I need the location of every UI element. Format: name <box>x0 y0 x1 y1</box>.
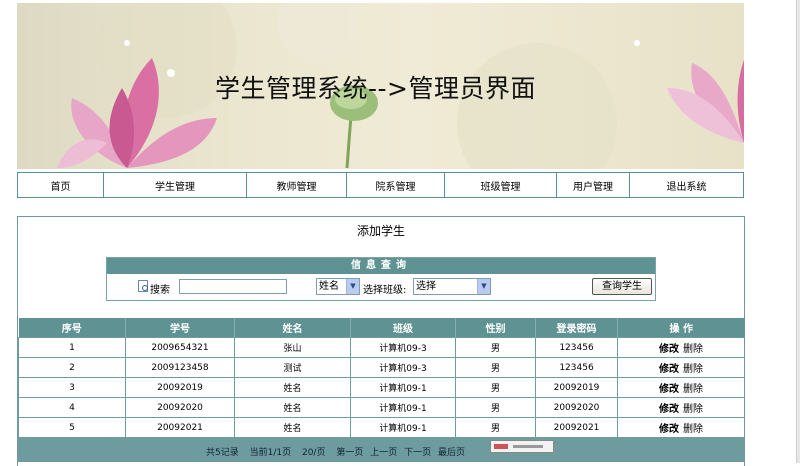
cell-name: 测试 <box>234 357 351 378</box>
cell-gender: 男 <box>455 417 536 438</box>
cell-actions: 修改 删除 <box>617 397 745 418</box>
chevron-down-icon: ▼ <box>346 279 359 294</box>
nav-logout[interactable]: 退出系统 <box>630 173 743 197</box>
table-row: 4 20092020 姓名 计算机09-1 男 20092020 修改 删除 <box>18 397 745 418</box>
nav-teacher-management[interactable]: 教师管理 <box>247 173 347 197</box>
search-panel-header: 信息查询 <box>107 258 655 274</box>
edit-link[interactable]: 修改 <box>659 384 679 395</box>
nav-student-management[interactable]: 学生管理 <box>104 173 247 197</box>
search-panel: 信息查询 搜索 姓名 ▼ 选择班级: 选择 ▼ 查询学生 <box>106 257 656 301</box>
table-row: 3 20092019 姓名 计算机09-1 男 20092019 修改 删除 <box>18 377 745 398</box>
cell-gender: 男 <box>455 357 536 378</box>
cell-password: 20092021 <box>535 417 618 438</box>
cell-password: 123456 <box>535 357 618 378</box>
edit-link[interactable]: 修改 <box>659 424 679 435</box>
page-title: 添加学生 <box>356 224 405 238</box>
delete-link[interactable]: 删除 <box>683 344 703 355</box>
cell-gender: 男 <box>455 397 536 418</box>
search-field-select[interactable]: 姓名 ▼ <box>316 278 360 295</box>
delete-link[interactable]: 删除 <box>683 384 703 395</box>
cell-student-id: 2009123458 <box>125 357 235 378</box>
search-input[interactable] <box>179 279 287 294</box>
class-select-value: 选择 <box>416 281 436 292</box>
cell-class: 计算机09-3 <box>350 337 456 358</box>
banner-title: 学生管理系统-->管理员界面 <box>215 74 536 103</box>
cell-student-id: 20092020 <box>125 397 235 418</box>
cell-class: 计算机09-1 <box>350 377 456 398</box>
current-page: 当前1/1页 <box>249 448 292 458</box>
col-header-gender: 性别 <box>455 318 536 338</box>
cell-name: 姓名 <box>234 377 351 398</box>
cell-index: 1 <box>18 337 126 358</box>
col-header-index: 序号 <box>18 318 126 338</box>
cell-name: 姓名 <box>234 397 351 418</box>
class-select[interactable]: 选择 ▼ <box>413 278 491 295</box>
last-page-link[interactable]: 最后页 <box>438 448 465 458</box>
student-table: 序号 学号 姓名 班级 性别 登录密码 操 作 1 2009654321 张山 … <box>18 318 745 438</box>
query-student-button[interactable]: 查询学生 <box>592 278 652 295</box>
window-scrollbar[interactable] <box>796 0 800 463</box>
prev-page-link[interactable]: 上一页 <box>370 448 397 458</box>
cell-class: 计算机09-3 <box>350 357 456 378</box>
nav-home[interactable]: 首页 <box>18 173 104 197</box>
main-nav: 首页 学生管理 教师管理 院系管理 班级管理 用户管理 退出系统 <box>17 172 744 198</box>
delete-link[interactable]: 删除 <box>683 364 703 375</box>
col-header-name: 姓名 <box>234 318 351 338</box>
cell-index: 5 <box>18 417 126 438</box>
edit-link[interactable]: 修改 <box>659 364 679 375</box>
nav-user-management[interactable]: 用户管理 <box>557 173 630 197</box>
edit-link[interactable]: 修改 <box>659 344 679 355</box>
edit-link[interactable]: 修改 <box>659 404 679 415</box>
cell-name: 张山 <box>234 337 351 358</box>
cell-index: 3 <box>18 377 126 398</box>
nav-department-management[interactable]: 院系管理 <box>347 173 445 197</box>
delete-link[interactable]: 删除 <box>683 424 703 435</box>
page-size: 20/页 <box>301 448 326 458</box>
table-row: 2 2009123458 测试 计算机09-3 男 123456 修改 删除 <box>18 357 745 378</box>
cell-student-id: 20092021 <box>125 417 235 438</box>
search-label: 搜索 <box>150 285 170 296</box>
cell-student-id: 2009654321 <box>125 337 235 358</box>
cell-student-id: 20092019 <box>125 377 235 398</box>
col-header-password: 登录密码 <box>535 318 618 338</box>
col-header-student-id: 学号 <box>125 318 235 338</box>
chevron-down-icon: ▼ <box>477 279 490 294</box>
next-page-link[interactable]: 下一页 <box>404 448 431 458</box>
content-panel: 添加学生 信息查询 搜索 姓名 ▼ 选择班级: 选择 ▼ 查询学生 序号 学号 … <box>17 216 745 466</box>
cell-actions: 修改 删除 <box>617 357 745 378</box>
cell-actions: 修改 删除 <box>617 417 745 438</box>
cell-password: 20092020 <box>535 397 618 418</box>
cell-gender: 男 <box>455 377 536 398</box>
cell-class: 计算机09-1 <box>350 397 456 418</box>
search-icon <box>138 280 148 292</box>
page-jump-control[interactable] <box>490 440 554 453</box>
col-header-class: 班级 <box>350 318 456 338</box>
table-header-row: 序号 学号 姓名 班级 性别 登录密码 操 作 <box>18 318 745 338</box>
header-banner: 学生管理系统-->管理员界面 <box>17 3 744 169</box>
cell-actions: 修改 删除 <box>617 337 745 358</box>
search-field-value: 姓名 <box>319 281 339 292</box>
cell-index: 2 <box>18 357 126 378</box>
first-page-link[interactable]: 第一页 <box>336 448 363 458</box>
table-row: 5 20092021 姓名 计算机09-1 男 20092021 修改 删除 <box>18 417 745 438</box>
cell-name: 姓名 <box>234 417 351 438</box>
cell-password: 20092019 <box>535 377 618 398</box>
cell-password: 123456 <box>535 337 618 358</box>
cell-class: 计算机09-1 <box>350 417 456 438</box>
pagination-bar: 共5记录 当前1/1页 20/页 第一页 上一页 下一页 最后页 <box>18 437 744 462</box>
col-header-actions: 操 作 <box>617 318 745 338</box>
cell-actions: 修改 删除 <box>617 377 745 398</box>
table-row: 1 2009654321 张山 计算机09-3 男 123456 修改 删除 <box>18 337 745 358</box>
cell-gender: 男 <box>455 337 536 358</box>
delete-link[interactable]: 删除 <box>683 404 703 415</box>
nav-class-management[interactable]: 班级管理 <box>445 173 557 197</box>
cell-index: 4 <box>18 397 126 418</box>
class-select-label: 选择班级: <box>363 285 407 296</box>
record-count: 共5记录 <box>206 448 239 458</box>
